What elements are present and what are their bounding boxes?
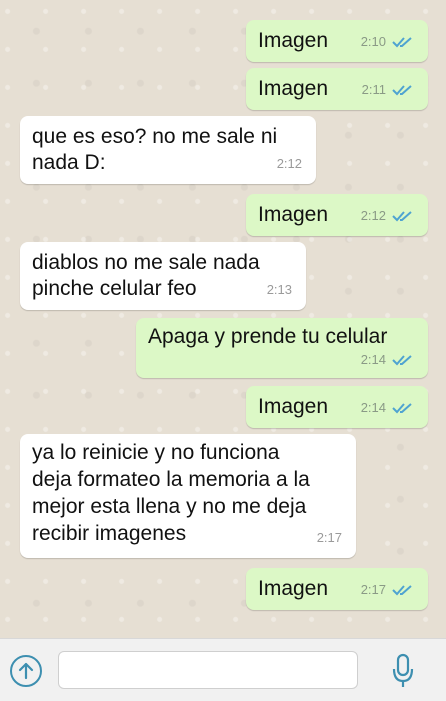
message-line: recibir imagenes	[32, 522, 187, 545]
double-check-icon	[392, 585, 412, 596]
message-text: Imagen	[258, 577, 329, 600]
double-check-icon	[392, 355, 412, 366]
message-meta: 2:12	[361, 203, 414, 229]
message-time: 2:14	[360, 400, 386, 415]
message-outgoing[interactable]: Imagen 2:14	[246, 386, 428, 428]
message-time: 2:12	[360, 208, 386, 223]
message-time: 2:14	[360, 352, 386, 367]
message-meta: 2:14	[361, 347, 414, 373]
message-text: Imagen	[258, 29, 329, 52]
message-line: que es eso? no me sale ni	[32, 125, 278, 148]
message-outgoing[interactable]: Imagen 2:12	[246, 194, 428, 236]
message-outgoing[interactable]: Imagen 2:11	[246, 68, 428, 110]
double-check-icon	[392, 403, 412, 414]
message-incoming[interactable]: diablos no me sale nada pinche celular f…	[20, 242, 306, 310]
composer-bar	[0, 638, 446, 701]
message-line: ya lo reinicie y no funciona	[32, 441, 280, 464]
message-input[interactable]	[58, 651, 358, 689]
message-incoming[interactable]: ya lo reinicie y no funciona deja format…	[20, 434, 356, 558]
double-check-icon	[392, 211, 412, 222]
microphone-icon[interactable]	[392, 653, 414, 689]
message-time: 2:12	[276, 156, 302, 171]
message-line: mejor esta llena y no me deja	[32, 495, 307, 518]
message-line: deja formateo la memoria a la	[32, 468, 310, 491]
message-text: Imagen	[258, 203, 329, 226]
double-check-icon	[392, 37, 412, 48]
message-time: 2:11	[361, 82, 386, 97]
message-text: Imagen	[258, 77, 329, 100]
message-time: 2:10	[360, 34, 386, 49]
message-time: 2:13	[266, 282, 292, 297]
upload-arrow-icon[interactable]	[10, 655, 42, 687]
message-line: nada D:	[32, 151, 106, 174]
message-outgoing[interactable]: Imagen 2:10	[246, 20, 428, 62]
message-text: Apaga y prende tu celular	[148, 325, 388, 348]
message-time: 2:17	[316, 530, 342, 545]
message-outgoing[interactable]: Apaga y prende tu celular 2:14	[136, 318, 428, 378]
message-meta: 2:12	[277, 151, 302, 177]
message-meta: 2:14	[361, 395, 414, 421]
message-line: pinche celular feo	[32, 277, 197, 300]
double-check-icon	[392, 85, 412, 96]
message-incoming[interactable]: que es eso? no me sale ni nada D: 2:12	[20, 116, 316, 184]
message-outgoing[interactable]: Imagen 2:17	[246, 568, 428, 610]
message-meta: 2:17	[317, 525, 342, 551]
message-meta: 2:17	[361, 577, 414, 603]
message-meta: 2:13	[267, 277, 292, 303]
message-meta: 2:11	[362, 77, 414, 103]
message-line: diablos no me sale nada	[32, 251, 260, 274]
message-text: Imagen	[258, 395, 329, 418]
message-meta: 2:10	[361, 29, 414, 55]
message-time: 2:17	[360, 582, 386, 597]
